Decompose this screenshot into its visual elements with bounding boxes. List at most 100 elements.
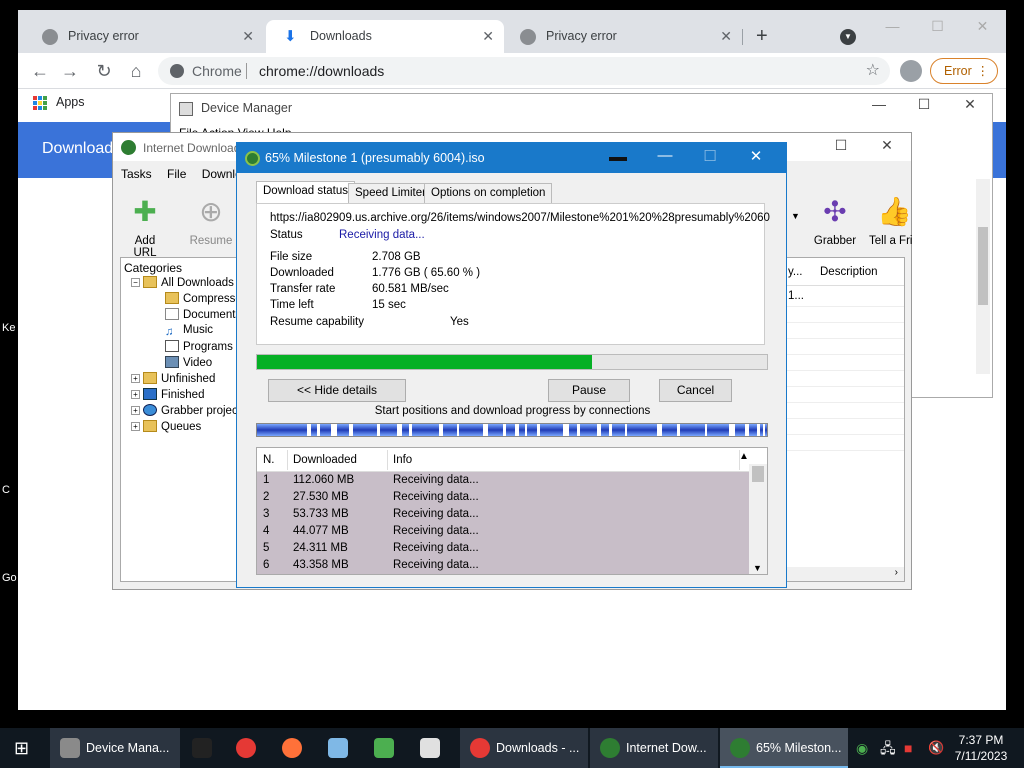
minimize-icon[interactable]: — (859, 96, 899, 112)
category-programs[interactable]: Programs (165, 340, 233, 353)
chevron-down-icon[interactable]: ▼ (791, 211, 800, 221)
tab-download-status[interactable]: Download status (256, 181, 356, 204)
apps-icon[interactable] (33, 96, 47, 110)
expand-icon[interactable]: + (131, 390, 140, 399)
tab-downloads[interactable]: ⬇ Downloads ✕ (266, 20, 504, 53)
chevron-down-icon[interactable]: ▼ (753, 563, 762, 573)
category-finished[interactable]: + Finished (131, 388, 204, 401)
tab-speed-limiter[interactable]: Speed Limiter (348, 183, 433, 203)
chevron-right-icon[interactable]: › (895, 567, 898, 578)
column-header-partial[interactable]: y... (788, 266, 802, 278)
vertical-scrollbar[interactable] (976, 179, 990, 374)
cancel-button[interactable]: Cancel (659, 379, 732, 402)
taskbar-item[interactable]: Downloads - ... (460, 728, 588, 768)
close-icon[interactable]: ✕ (242, 20, 254, 53)
vertical-scrollbar[interactable]: ▼ (749, 464, 767, 574)
desktop-text: C (2, 484, 10, 496)
new-tab-button[interactable]: + (756, 20, 768, 53)
close-icon[interactable]: ✕ (720, 20, 732, 53)
taskbar-item[interactable] (318, 728, 362, 768)
maximize-icon[interactable]: ☐ (915, 10, 960, 42)
download-status-panel: https://ia802909.us.archive.org/26/items… (256, 203, 770, 345)
close-icon[interactable]: ✕ (482, 20, 494, 53)
menu-file[interactable]: File (167, 167, 186, 181)
profile-avatar-icon[interactable] (900, 60, 922, 82)
category-documents[interactable]: Documents (165, 308, 237, 321)
volume-muted-icon[interactable]: 🔇 (928, 728, 944, 768)
tab-search-icon[interactable]: ▼ (840, 29, 856, 45)
table-row[interactable]: 2 27.530 MB Receiving data... (257, 489, 749, 506)
chevron-up-icon[interactable]: ▲ (739, 451, 749, 462)
category-unfinished[interactable]: + Unfinished (131, 372, 215, 385)
close-window-icon[interactable]: ✕ (736, 147, 776, 165)
taskbar-item[interactable]: 65% Mileston... (720, 728, 848, 768)
maximize-icon[interactable]: ☐ (821, 137, 861, 154)
resume-button[interactable]: ⊕ Resume (189, 195, 233, 247)
forward-icon[interactable]: → (58, 59, 82, 83)
menu-tasks[interactable]: Tasks (121, 167, 152, 181)
column-header-downloaded[interactable]: Downloaded (293, 454, 357, 466)
close-window-icon[interactable]: ✕ (950, 96, 990, 113)
downloaded-label: Downloaded (270, 267, 334, 279)
table-row[interactable]: 1 112.060 MB Receiving data... (257, 472, 749, 489)
tell-friend-button[interactable]: 👍 Tell a Fri (869, 195, 913, 247)
horizontal-scrollbar[interactable]: › (786, 567, 904, 581)
tab-strip: Privacy error ✕ ⬇ Downloads ✕ Privacy er… (18, 10, 1006, 53)
pause-button[interactable]: Pause (548, 379, 630, 402)
category-all-downloads[interactable]: − All Downloads (131, 276, 234, 289)
cell-info: Receiving data... (393, 525, 479, 537)
star-icon[interactable]: ☆ (866, 60, 880, 80)
tab-privacy-error-2[interactable]: Privacy error ✕ (502, 20, 743, 53)
close-window-icon[interactable]: ✕ (867, 137, 907, 154)
minimize-icon[interactable]: — (645, 147, 685, 164)
category-grabber-projects[interactable]: +Grabber projects (131, 404, 237, 417)
expand-icon[interactable]: + (131, 406, 140, 415)
category-queues[interactable]: + Queues (131, 420, 201, 433)
category-video[interactable]: Video (165, 356, 212, 369)
scrollbar-thumb[interactable] (752, 466, 764, 482)
reload-icon[interactable]: ↻ (92, 59, 116, 83)
category-music[interactable]: ♫ Music (165, 324, 213, 338)
taskbar-item[interactable] (364, 728, 408, 768)
taskbar-item[interactable] (410, 728, 454, 768)
back-icon[interactable]: ← (28, 59, 52, 83)
taskbar-item[interactable] (226, 728, 270, 768)
table-row[interactable]: 5 24.311 MB Receiving data... (257, 540, 749, 557)
taskbar-item[interactable]: Internet Dow... (590, 728, 718, 768)
column-header-n[interactable]: N. (263, 454, 275, 466)
clock[interactable]: 7:37 PM 7/11/2023 (946, 732, 1016, 764)
collapse-icon[interactable]: − (131, 278, 140, 287)
hide-details-button[interactable]: << Hide details (268, 379, 406, 402)
cell-info: Receiving data... (393, 559, 479, 571)
error-button[interactable]: Error ⋮ (930, 58, 998, 84)
table-row[interactable]: 3 53.733 MB Receiving data... (257, 506, 749, 523)
expand-icon[interactable]: + (131, 374, 140, 383)
column-header-description[interactable]: Description (820, 266, 878, 278)
grabber-button[interactable]: ✣ Grabber (811, 195, 859, 247)
maximize-icon[interactable]: ☐ (904, 96, 944, 113)
network-icon[interactable]: 🖧 (880, 728, 896, 768)
tab-privacy-error-1[interactable]: Privacy error ✕ (24, 20, 264, 53)
scrollbar-thumb[interactable] (978, 227, 988, 305)
windows-start-icon[interactable]: ⊞ (14, 728, 36, 768)
table-row[interactable]: 4 44.077 MB Receiving data... (257, 523, 749, 540)
idm-tray-icon[interactable]: ◉ (856, 728, 868, 768)
add-url-button[interactable]: ✚ Add URL (123, 195, 167, 259)
address-bar[interactable]: Chrome chrome://downloads ☆ (158, 57, 890, 85)
taskbar-item[interactable]: Device Mana... (50, 728, 180, 768)
minimize-icon[interactable]: — (870, 10, 915, 42)
color-app-icon[interactable]: ■ (904, 728, 912, 768)
device-manager-icon (179, 102, 193, 116)
apps-bookmark[interactable]: Apps (56, 95, 85, 109)
home-icon[interactable]: ⌂ (124, 59, 148, 83)
taskbar-item[interactable] (272, 728, 316, 768)
taskbar-item[interactable] (182, 728, 222, 768)
column-header-info[interactable]: Info (393, 454, 412, 466)
category-compressed[interactable]: Compressed (165, 292, 237, 305)
close-window-icon[interactable]: ✕ (960, 10, 1005, 42)
tab-options-on-completion[interactable]: Options on completion (424, 183, 553, 203)
connection-segment (563, 424, 569, 436)
expand-icon[interactable]: + (131, 422, 140, 431)
table-row[interactable]: 6 43.358 MB Receiving data... (257, 557, 749, 574)
cell-downloaded: 27.530 MB (293, 491, 349, 503)
